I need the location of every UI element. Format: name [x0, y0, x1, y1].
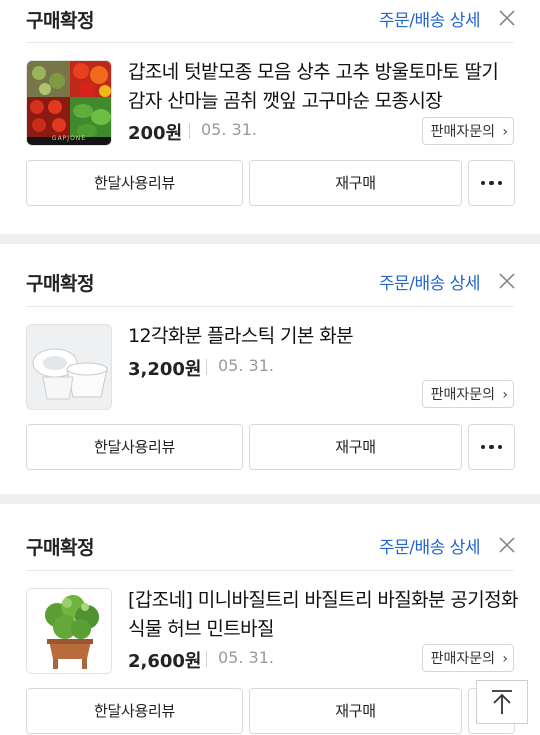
close-icon[interactable] — [498, 9, 516, 27]
divider — [26, 306, 514, 307]
chevron-right-icon: › — [502, 124, 508, 140]
order-card: 구매확정 주문/배송 상세 [갑조네] 미니바질트리 바질트리 바질화분 공기정… — [0, 504, 540, 735]
product-thumbnail[interactable] — [26, 324, 112, 410]
seller-inquiry-button[interactable]: 판매자문의 › — [421, 117, 514, 145]
price-separator — [206, 359, 207, 375]
section-gap — [0, 234, 540, 244]
seller-inquiry-button[interactable]: 판매자문의 › — [421, 644, 514, 672]
close-icon[interactable] — [498, 272, 516, 290]
order-date: 05. 31. — [218, 648, 274, 667]
product-name[interactable]: 갑조네 텃밭모종 모음 상추 고추 방울토마토 딸기 감자 산마늘 곰취 깻잎 … — [128, 58, 518, 116]
order-date: 05. 31. — [201, 120, 257, 139]
divider — [26, 42, 514, 43]
order-status: 구매확정 — [26, 537, 94, 559]
product-name[interactable]: 12각화분 플라스틱 기본 화분 — [128, 322, 518, 351]
order-detail-link[interactable]: 주문/배송 상세 — [379, 269, 480, 294]
review-button[interactable]: 한달사용리뷰 — [26, 688, 243, 734]
review-button[interactable]: 한달사용리뷰 — [26, 424, 243, 470]
rebuy-button[interactable]: 재구매 — [249, 424, 462, 470]
order-card: 구매확정 주문/배송 상세 GAPJONE 갑조네 텃밭모종 모음 상추 고추 … — [0, 0, 540, 234]
more-dots-icon — [469, 425, 514, 469]
seller-inquiry-label: 판매자문의 — [430, 124, 495, 140]
seller-inquiry-button[interactable]: 판매자문의 › — [421, 380, 514, 408]
rebuy-button[interactable]: 재구매 — [249, 160, 462, 206]
more-options-button[interactable] — [468, 424, 515, 470]
order-detail-link[interactable]: 주문/배송 상세 — [379, 533, 480, 558]
chevron-right-icon: › — [502, 651, 508, 667]
product-thumbnail[interactable] — [26, 588, 112, 674]
chevron-right-icon: › — [502, 387, 508, 403]
order-status: 구매확정 — [26, 273, 94, 295]
seller-inquiry-label: 판매자문의 — [430, 387, 495, 403]
seller-inquiry-label: 판매자문의 — [430, 651, 495, 667]
product-price: 200원 — [128, 123, 183, 144]
order-date: 05. 31. — [218, 356, 274, 375]
close-icon[interactable] — [498, 536, 516, 554]
product-name[interactable]: [갑조네] 미니바질트리 바질트리 바질화분 공기정화식물 허브 민트바질 — [128, 586, 518, 644]
arrow-up-to-top-icon — [492, 690, 512, 714]
product-thumbnail[interactable] — [26, 60, 112, 146]
more-options-button[interactable] — [468, 160, 515, 206]
scroll-to-top-button[interactable] — [476, 680, 528, 724]
more-dots-icon — [469, 161, 514, 205]
thumbnail-logo-text: GAPJONE — [51, 135, 87, 142]
order-status: 구매확정 — [26, 10, 94, 32]
section-gap — [0, 494, 540, 504]
price-separator — [206, 651, 207, 667]
order-card: 구매확정 주문/배송 상세 12각화분 플라스틱 기본 화분 3,200원 05… — [0, 244, 540, 494]
rebuy-button[interactable]: 재구매 — [249, 688, 462, 734]
product-price: 2,600원 — [128, 651, 202, 672]
review-button[interactable]: 한달사용리뷰 — [26, 160, 243, 206]
price-separator — [189, 123, 190, 139]
product-price: 3,200원 — [128, 359, 202, 380]
order-detail-link[interactable]: 주문/배송 상세 — [379, 6, 480, 31]
divider — [26, 570, 514, 571]
